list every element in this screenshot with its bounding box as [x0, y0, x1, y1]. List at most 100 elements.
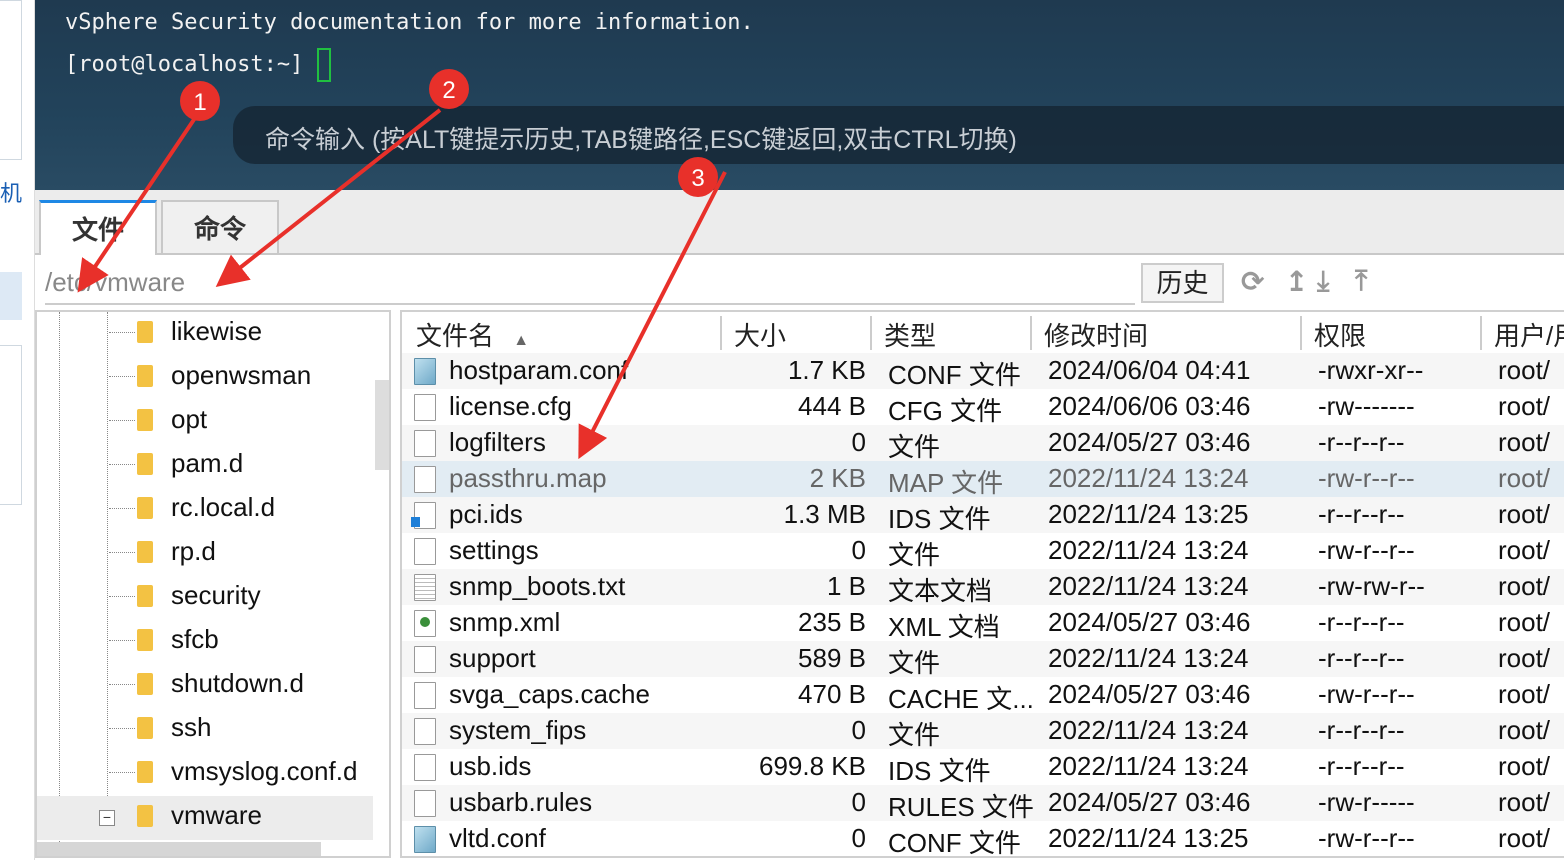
up-directory-icon[interactable]: ↥	[1285, 265, 1308, 298]
file-owner: root/	[1498, 571, 1551, 601]
file-type: 文件	[888, 540, 941, 570]
file-owner: root/	[1498, 499, 1551, 529]
file-type: CONF 文件	[888, 828, 1021, 858]
file-type: CACHE 文...	[888, 684, 1034, 714]
file-name: usb.ids	[449, 751, 532, 781]
file-owner: root/	[1498, 535, 1551, 565]
terminal-output-line: vSphere Security documentation for more …	[65, 10, 754, 35]
file-icon	[414, 826, 436, 853]
upload-icon[interactable]: ⤒	[1355, 265, 1367, 298]
tree-connector	[109, 728, 135, 729]
file-icon	[414, 718, 436, 745]
terminal[interactable]: vSphere Security documentation for more …	[35, 0, 1564, 190]
file-name: support	[449, 643, 536, 673]
file-name: logfilters	[449, 427, 546, 457]
column-header-type[interactable]: 类型	[872, 316, 1032, 351]
tree-item-label: rp.d	[171, 536, 216, 566]
column-header-permissions[interactable]: 权限	[1302, 316, 1482, 351]
table-row[interactable]: logfilters 0 文件 2024/05/27 03:46 -r--r--r-- r…	[402, 425, 1564, 462]
file-size: 1.7 KB	[787, 355, 866, 385]
file-owner: root/	[1498, 751, 1551, 781]
file-modified: 2024/05/27 03:46	[1048, 679, 1251, 709]
table-row[interactable]: support 589 B 文件 2022/11/24 13:24 -r--r--r--…	[402, 641, 1564, 678]
file-type: MAP 文件	[888, 468, 1004, 498]
tree-vertical-scrollbar[interactable]	[375, 380, 389, 470]
command-input[interactable]: 命令输入 (按ALT键提示历史,TAB键路径,ESC键返回,双击CTRL切换)	[233, 106, 1564, 164]
file-name: svga_caps.cache	[449, 679, 650, 709]
collapse-icon[interactable]: −	[99, 810, 115, 826]
table-row[interactable]: usb.ids 699.8 KB IDS 文件 2022/11/24 13:24 -r-…	[402, 749, 1564, 786]
file-icon	[414, 790, 436, 817]
column-header-size[interactable]: 大小	[722, 316, 872, 351]
table-row[interactable]: passthru.map 2 KB MAP 文件 2022/11/24 13:24 -r…	[402, 461, 1564, 498]
table-row[interactable]: snmp_boots.txt 1 B 文本文档 2022/11/24 13:24 -rw…	[402, 569, 1564, 606]
table-row[interactable]: snmp.xml 235 B XML 文档 2024/05/27 03:46 -r--r…	[402, 605, 1564, 642]
tree-item[interactable]: shutdown.d	[37, 664, 373, 708]
table-row[interactable]: license.cfg 444 B CFG 文件 2024/06/06 03:46 -r…	[402, 389, 1564, 426]
tree-item[interactable]: ssh	[37, 708, 373, 752]
refresh-icon[interactable]: ⟳	[1241, 265, 1264, 298]
table-row[interactable]: usbarb.rules 0 RULES 文件 2024/05/27 03:46 -rw…	[402, 785, 1564, 822]
tree-item[interactable]: opt	[37, 400, 373, 444]
file-name: snmp.xml	[449, 607, 561, 637]
file-name: vltd.conf	[449, 823, 546, 853]
tree-item[interactable]: rp.d	[37, 532, 373, 576]
table-row[interactable]: system_fips 0 文件 2022/11/24 13:24 -r--r--r--…	[402, 713, 1564, 750]
file-permissions: -rw-r-----	[1318, 787, 1415, 817]
tree-item-label: security	[171, 580, 261, 610]
file-size: 235 B	[798, 607, 866, 637]
tree-item[interactable]: rc.local.d	[37, 488, 373, 532]
column-header-modified[interactable]: 修改时间	[1032, 316, 1302, 351]
file-modified: 2022/11/24 13:25	[1048, 823, 1249, 853]
tree-connector	[109, 332, 135, 333]
tab-commands[interactable]: 命令	[161, 200, 279, 255]
file-type: RULES 文件	[888, 792, 1034, 822]
file-type: 文件	[888, 720, 941, 750]
table-row[interactable]: pci.ids 1.3 MB IDS 文件 2022/11/24 13:25 -r--r…	[402, 497, 1564, 534]
column-label: 文件名	[416, 321, 495, 351]
tree-item-label: openwsman	[171, 360, 312, 390]
file-type: IDS 文件	[888, 756, 991, 786]
path-input[interactable]: /etc/vmware	[45, 267, 1135, 305]
tree-item[interactable]: security	[37, 576, 373, 620]
folder-icon	[137, 541, 153, 563]
directory-tree[interactable]: likewise openwsman opt pam.d rc.local.d rp.d s…	[35, 310, 391, 858]
tree-item[interactable]: vmsyslog.conf.d	[37, 752, 373, 796]
terminal-cursor	[317, 48, 332, 82]
tree-connector	[109, 684, 135, 685]
terminal-prompt-line: [root@localhost:~]	[65, 48, 332, 82]
download-icon[interactable]: ⤓	[1317, 265, 1329, 298]
tree-item-label: sfcb	[171, 624, 219, 654]
column-header-name[interactable]: 文件名 ▲	[404, 316, 722, 351]
file-modified: 2022/11/24 13:25	[1048, 499, 1249, 529]
file-icon	[414, 430, 436, 457]
tab-files[interactable]: 文件	[39, 200, 157, 255]
file-owner: root/	[1498, 391, 1551, 421]
tree-item-label: ssh	[171, 712, 212, 742]
side-panel-selected-item[interactable]	[0, 272, 22, 320]
history-button[interactable]: 历史	[1141, 263, 1224, 303]
file-modified: 2022/11/24 13:24	[1048, 571, 1249, 601]
table-row[interactable]: svga_caps.cache 470 B CACHE 文... 2024/05/27…	[402, 677, 1564, 714]
table-row[interactable]: vltd.conf 0 CONF 文件 2022/11/24 13:25 -rw-r--…	[402, 821, 1564, 858]
column-header-owner[interactable]: 用户/用	[1482, 316, 1564, 351]
folder-icon	[137, 585, 153, 607]
sort-ascending-icon: ▲	[513, 332, 530, 349]
folder-icon	[137, 365, 153, 387]
file-name: system_fips	[449, 715, 587, 745]
table-row[interactable]: settings 0 文件 2022/11/24 13:24 -rw-r--r-- roo…	[402, 533, 1564, 570]
tree-item[interactable]: openwsman	[37, 356, 373, 400]
tree-horizontal-scrollbar[interactable]	[37, 842, 321, 856]
table-row[interactable]: hostparam.conf 1.7 KB CONF 文件 2024/06/04 04…	[402, 353, 1564, 390]
file-owner: root/	[1498, 715, 1551, 745]
file-icon	[414, 466, 436, 493]
file-size: 2 KB	[809, 463, 866, 493]
tree-item[interactable]: pam.d	[37, 444, 373, 488]
tree-item[interactable]: sfcb	[37, 620, 373, 664]
folder-icon	[137, 717, 153, 739]
tree-item[interactable]: − vmware	[37, 796, 373, 840]
tree-item[interactable]: likewise	[37, 312, 373, 356]
file-permissions: -rwxr-xr--	[1318, 355, 1424, 385]
file-permissions: -r--r--r--	[1318, 427, 1405, 457]
side-panel-box	[0, 345, 22, 505]
